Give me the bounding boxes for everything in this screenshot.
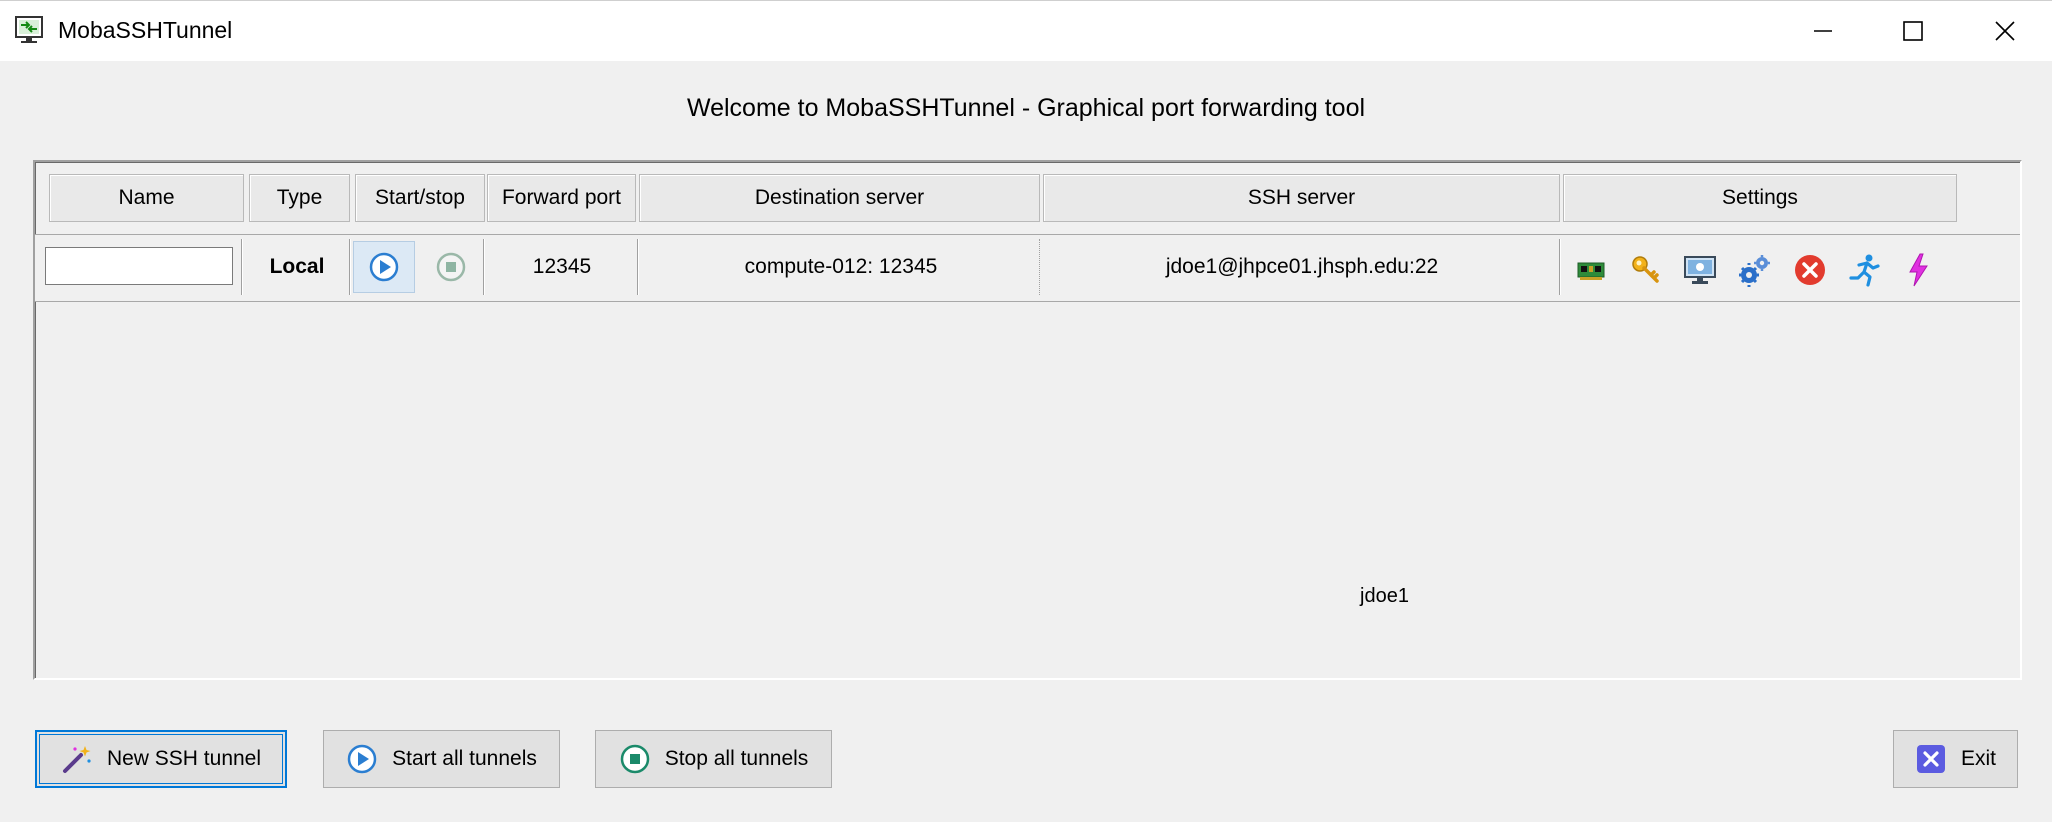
- start-all-tunnels-label: Start all tunnels: [392, 747, 537, 770]
- column-separator: [1039, 239, 1042, 295]
- stop-tunnel-button[interactable]: [421, 241, 481, 293]
- stop-all-tunnels-button[interactable]: Stop all tunnels: [595, 730, 832, 788]
- start-all-tunnels-button[interactable]: Start all tunnels: [323, 730, 560, 788]
- forward-port-value: 12345: [532, 255, 592, 278]
- magic-wand-icon: [61, 743, 93, 775]
- exit-button[interactable]: Exit: [1893, 730, 2018, 788]
- monitor-icon[interactable]: [1683, 253, 1717, 287]
- column-separator: [637, 239, 639, 295]
- header-type[interactable]: Type: [249, 174, 350, 222]
- tunnel-table: Name Type Start/stop Forward port Destin…: [33, 160, 2022, 680]
- column-separator: [349, 239, 351, 295]
- header-start-stop[interactable]: Start/stop: [355, 174, 485, 222]
- stop-icon: [619, 743, 651, 775]
- header-settings[interactable]: Settings: [1563, 174, 1957, 222]
- play-icon: [369, 252, 399, 282]
- lightning-icon[interactable]: [1901, 253, 1935, 287]
- key-icon[interactable]: [1629, 253, 1663, 287]
- tunnel-type: Local: [269, 255, 325, 278]
- exit-label: Exit: [1960, 747, 1996, 770]
- maximize-button[interactable]: [1868, 1, 1958, 61]
- delete-icon[interactable]: [1793, 253, 1827, 287]
- stop-all-tunnels-label: Stop all tunnels: [664, 747, 809, 770]
- gears-icon[interactable]: [1738, 253, 1772, 287]
- minimize-icon: [1814, 30, 1832, 32]
- play-icon: [346, 743, 378, 775]
- stop-icon: [436, 252, 466, 282]
- start-tunnel-button[interactable]: [353, 241, 415, 293]
- app-icon: [14, 15, 44, 45]
- header-name[interactable]: Name: [49, 174, 244, 222]
- window-title: MobaSSHTunnel: [58, 17, 233, 43]
- new-ssh-tunnel-button[interactable]: New SSH tunnel: [35, 730, 287, 788]
- title-bar: MobaSSHTunnel: [0, 0, 2052, 61]
- table-row: Local 12345 compute-012: 12345 jdoe1@jhp…: [35, 234, 2020, 302]
- maximize-icon: [1903, 21, 1923, 41]
- welcome-text: Welcome to MobaSSHTunnel - Graphical por…: [686, 94, 1366, 122]
- minimize-button[interactable]: [1778, 1, 1868, 61]
- destination-server-value: compute-012: 12345: [744, 255, 938, 278]
- ssh-server-value: jdoe1@jhpce01.jhsph.edu:22: [1165, 255, 1439, 278]
- header-destination-server[interactable]: Destination server: [639, 174, 1040, 222]
- close-button[interactable]: [1960, 1, 2050, 61]
- column-separator: [1559, 239, 1561, 295]
- network-card-icon[interactable]: [1574, 253, 1608, 287]
- new-ssh-tunnel-label: New SSH tunnel: [106, 747, 262, 770]
- exit-x-icon: [1915, 743, 1947, 775]
- close-icon: [1995, 21, 2015, 41]
- header-ssh-server[interactable]: SSH server: [1043, 174, 1560, 222]
- header-forward-port[interactable]: Forward port: [487, 174, 636, 222]
- autostart-runner-icon[interactable]: [1847, 253, 1881, 287]
- column-separator: [483, 239, 485, 295]
- floating-text: jdoe1: [1360, 585, 1409, 607]
- column-separator: [241, 239, 243, 295]
- tunnel-name-input[interactable]: [45, 247, 233, 285]
